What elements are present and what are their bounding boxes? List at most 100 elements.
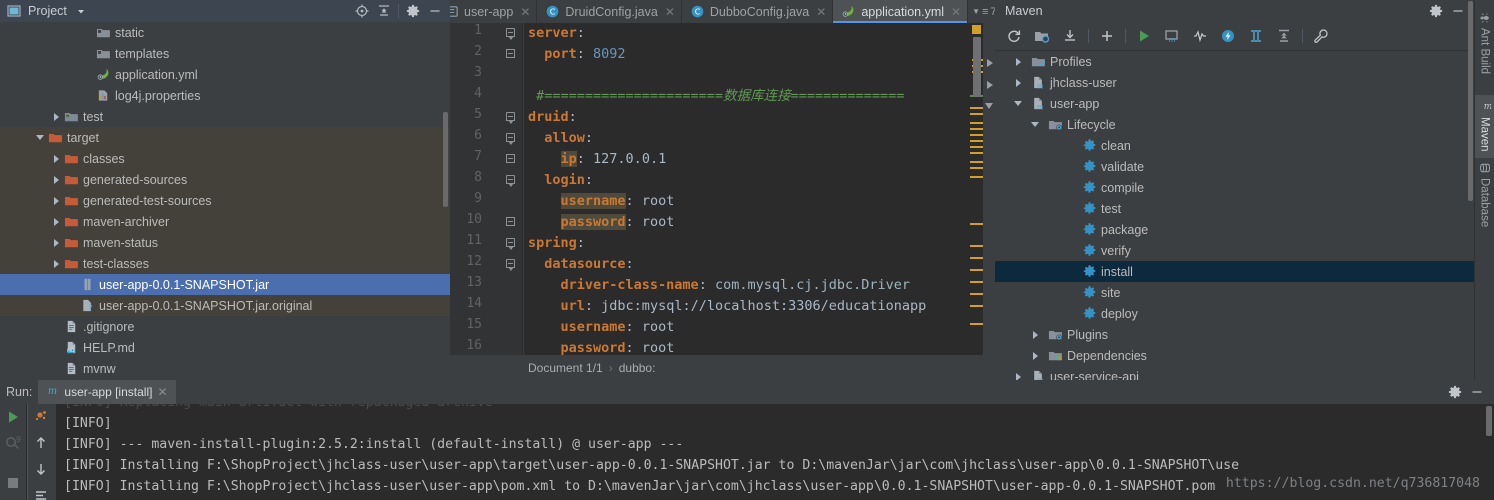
scroll-down-icon[interactable] <box>28 456 54 482</box>
chevron-closed-icon[interactable] <box>1014 56 1025 67</box>
code-line[interactable]: username: root <box>528 317 675 338</box>
chevron-open-icon[interactable] <box>1014 98 1025 109</box>
generate-sources-icon[interactable] <box>1029 24 1055 48</box>
chevron-down-icon[interactable] <box>73 3 89 19</box>
chevron-closed-icon[interactable] <box>52 111 63 122</box>
maven-tree-item[interactable]: m user-service-api <box>995 366 1475 380</box>
chevron-closed-icon[interactable] <box>1031 329 1042 340</box>
project-tree-item[interactable]: mvnw <box>0 358 450 379</box>
maven-tree[interactable]: Profiles m jhclass-user m user-app Lifecycle c… <box>995 51 1475 380</box>
collapse-all-icon[interactable] <box>373 1 395 21</box>
code-line[interactable]: port: 8092 <box>528 44 625 65</box>
execute-goal-icon[interactable] <box>1243 24 1269 48</box>
project-tree-item[interactable]: .gitignore <box>0 316 450 337</box>
maven-tree-item[interactable]: install <box>995 261 1475 282</box>
right-tool-window-bar[interactable]: Ant Build m Maven Database <box>1474 0 1494 380</box>
maven-tree-item[interactable]: m jhclass-user <box>995 72 1475 93</box>
tool-window-button[interactable]: Database <box>1475 156 1494 233</box>
code-fold-marker[interactable] <box>506 133 517 145</box>
code-line[interactable]: username: root <box>528 191 674 212</box>
project-tree-item[interactable]: MD HELP.md <box>0 337 450 358</box>
collapse-all-icon[interactable] <box>1271 24 1297 48</box>
code-line[interactable]: password: root <box>528 338 675 355</box>
code-fold-marker[interactable] <box>506 217 517 228</box>
maven-settings-icon[interactable] <box>1308 24 1334 48</box>
scroll-down-arrow[interactable] <box>985 103 993 109</box>
code-fold-marker[interactable] <box>506 49 517 60</box>
project-tree-item[interactable]: target <box>0 127 450 148</box>
project-tree-item[interactable]: maven-status <box>0 232 450 253</box>
chevron-closed-icon[interactable] <box>52 258 63 269</box>
close-icon[interactable]: ✕ <box>816 5 826 19</box>
console-scrollbar-thumb[interactable] <box>1486 406 1492 436</box>
editor-tab-bar[interactable]: user-app ✕ C DruidConfig.java ✕ C DubboConfig.… <box>450 0 995 23</box>
editor-tab[interactable]: user-app ✕ <box>450 0 538 23</box>
maven-tree-item[interactable]: Profiles <box>995 51 1475 72</box>
maven-tree-item[interactable]: Lifecycle <box>995 114 1475 135</box>
project-tree-item[interactable]: test <box>0 106 450 127</box>
debug-9-icon[interactable]: 9 <box>0 430 26 456</box>
project-tree-item[interactable]: templates <box>0 43 450 64</box>
chevron-closed-icon[interactable] <box>52 216 63 227</box>
breadcrumb[interactable]: Document 1/1 › dubbo: <box>450 355 995 380</box>
code-line[interactable]: server: <box>528 23 585 44</box>
stop-icon[interactable] <box>0 470 26 496</box>
project-tree-item[interactable]: ? user-app-0.0.1-SNAPSHOT.jar.original <box>0 295 450 316</box>
maven-tree-item[interactable]: clean <box>995 135 1475 156</box>
maven-tree-item[interactable]: verify <box>995 240 1475 261</box>
gear-icon[interactable] <box>402 1 424 21</box>
chevron-open-icon[interactable] <box>36 132 47 143</box>
project-tree-item[interactable]: user-app-0.0.1-SNAPSHOT.jar <box>0 274 450 295</box>
maven-tree-item[interactable]: Dependencies <box>995 345 1475 366</box>
chevron-open-icon[interactable] <box>1031 119 1042 130</box>
toggle-soft-wrap-icon[interactable] <box>28 404 54 430</box>
reimport-icon[interactable] <box>1001 24 1027 48</box>
rerun-icon[interactable] <box>0 404 26 430</box>
close-icon[interactable]: ✕ <box>157 385 167 399</box>
code-line[interactable]: url: jdbc:mysql://localhost:3306/educati… <box>528 296 927 317</box>
editor-gutter[interactable]: 1 2 3 4 5 6 7 8 9 10 11 12 13 14 15 16 <box>450 23 522 355</box>
project-scrollbar[interactable] <box>443 112 448 207</box>
editor-tab[interactable]: C DruidConfig.java ✕ <box>537 0 682 23</box>
code-line[interactable]: driver-class-name: com.mysql.cj.jdbc.Dri… <box>528 275 911 296</box>
toggle-offline-icon[interactable] <box>1215 24 1241 48</box>
project-tree-item[interactable]: application.yml <box>0 64 450 85</box>
editor-scrollbar[interactable] <box>973 37 981 97</box>
project-tree-item[interactable]: maven-archiver <box>0 211 450 232</box>
close-icon[interactable]: ✕ <box>520 5 530 19</box>
code-line[interactable]: password: root <box>528 212 674 233</box>
project-tree-item[interactable]: generated-sources <box>0 169 450 190</box>
chevron-down-icon[interactable]: ▼ <box>972 7 980 16</box>
chevron-closed-icon[interactable] <box>52 195 63 206</box>
tab-overflow-control[interactable]: ▼ ≡ 7 <box>968 0 995 23</box>
code-line[interactable]: druid: <box>528 107 577 128</box>
chevron-closed-icon[interactable] <box>52 237 63 248</box>
console-scrollbar[interactable] <box>1484 404 1494 500</box>
close-icon[interactable]: ✕ <box>951 5 961 19</box>
maven-tree-item[interactable]: deploy <box>995 303 1475 324</box>
error-stripe-top-marker[interactable] <box>972 25 981 34</box>
project-tree-item[interactable]: generated-test-sources <box>0 190 450 211</box>
tool-window-button[interactable]: Ant Build <box>1475 6 1494 80</box>
code-fold-marker[interactable] <box>506 112 517 124</box>
breadcrumb-document[interactable]: Document 1/1 <box>528 361 603 375</box>
chevron-closed-icon[interactable] <box>52 174 63 185</box>
download-sources-icon[interactable] <box>1057 24 1083 48</box>
project-tree-item[interactable]: classes <box>0 148 450 169</box>
code-line[interactable]: #======================数据库连接============… <box>528 86 904 107</box>
next-highlight-arrow[interactable] <box>987 59 993 67</box>
add-icon[interactable] <box>1094 24 1120 48</box>
maven-tree-item[interactable]: m user-app <box>995 93 1475 114</box>
scroll-up-icon[interactable] <box>28 430 54 456</box>
maven-scrollbar[interactable] <box>1468 1 1473 201</box>
code-line[interactable]: ip: 127.0.0.1 <box>528 149 666 170</box>
minimize-icon[interactable] <box>424 1 446 21</box>
run-left-toolbar[interactable]: 9 <box>0 404 26 500</box>
code-content[interactable]: server: port: 8092 #====================… <box>528 23 995 355</box>
maven-toolbar[interactable]: m <box>995 22 1475 51</box>
run-tab-user-app-install[interactable]: m user-app [install] ✕ <box>38 380 176 404</box>
code-fold-marker[interactable] <box>506 259 517 271</box>
run-maven-build-icon[interactable]: m <box>1159 24 1185 48</box>
run-icon[interactable] <box>1131 24 1157 48</box>
run-console-toolbar[interactable] <box>27 404 56 500</box>
